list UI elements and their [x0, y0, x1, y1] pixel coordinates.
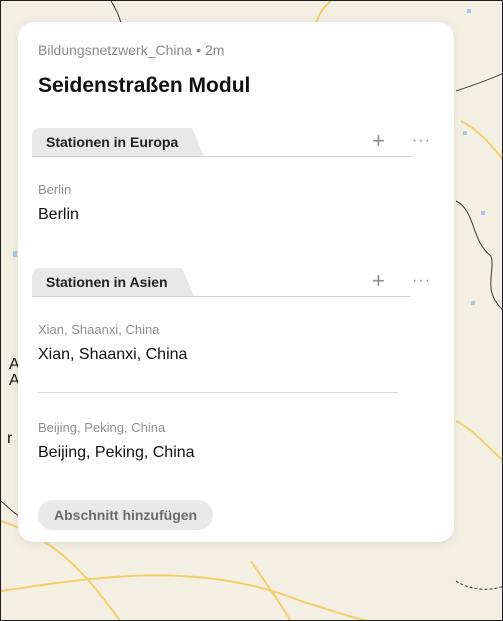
entry-subtitle: Berlin [38, 182, 72, 197]
add-section-button[interactable]: Abschnitt hinzufügen [38, 500, 214, 530]
section-header-europa: Stationen in Europa + ··· [32, 128, 430, 157]
divider [38, 392, 398, 393]
map-road [1, 574, 370, 620]
list-item-beijing[interactable]: Beijing, Peking, China Beijing, Peking, … [38, 420, 195, 462]
map-water [467, 9, 471, 13]
author-name[interactable]: Bildungsnetzwerk_China [38, 42, 192, 58]
entry-name: Xian, Shaanxi, China [38, 346, 188, 363]
list-item-berlin[interactable]: Berlin Berlin [38, 182, 79, 224]
entry-name: Berlin [38, 206, 79, 223]
list-title: Seidenstraßen Modul [38, 74, 251, 97]
entry-subtitle: Xian, Shaanxi, China [38, 322, 160, 337]
map-water [481, 211, 485, 215]
map-border [455, 73, 502, 92]
map-border [455, 200, 502, 310]
map-road [250, 560, 292, 620]
list-meta: Bildungsnetzwerk_China • 2m [38, 42, 224, 58]
map-water [471, 301, 475, 305]
map-road [455, 420, 502, 461]
map-label: r [7, 430, 13, 447]
plus-icon[interactable]: + [372, 130, 385, 152]
map-road [460, 120, 502, 161]
map-water [463, 131, 467, 135]
plus-icon[interactable]: + [372, 270, 385, 292]
more-icon[interactable]: ··· [412, 270, 431, 292]
more-icon[interactable]: ··· [412, 130, 431, 152]
map-road [315, 1, 332, 24]
meta-separator: • [196, 42, 201, 58]
entry-subtitle: Beijing, Peking, China [38, 420, 166, 435]
map-border [455, 580, 502, 590]
section-title[interactable]: Stationen in Asien [32, 268, 194, 296]
map-border [110, 1, 122, 24]
section-header-asien: Stationen in Asien + ··· [32, 268, 430, 297]
map-water [13, 251, 17, 257]
entry-name: Beijing, Peking, China [38, 444, 195, 461]
list-card: Bildungsnetzwerk_China • 2m Seidenstraßen … [18, 22, 454, 542]
map-border [1, 500, 20, 517]
list-item-xian[interactable]: Xian, Shaanxi, China Xian, Shaanxi, Chin… [38, 322, 187, 364]
post-age: 2m [205, 42, 225, 58]
section-title[interactable]: Stationen in Europa [32, 128, 205, 156]
